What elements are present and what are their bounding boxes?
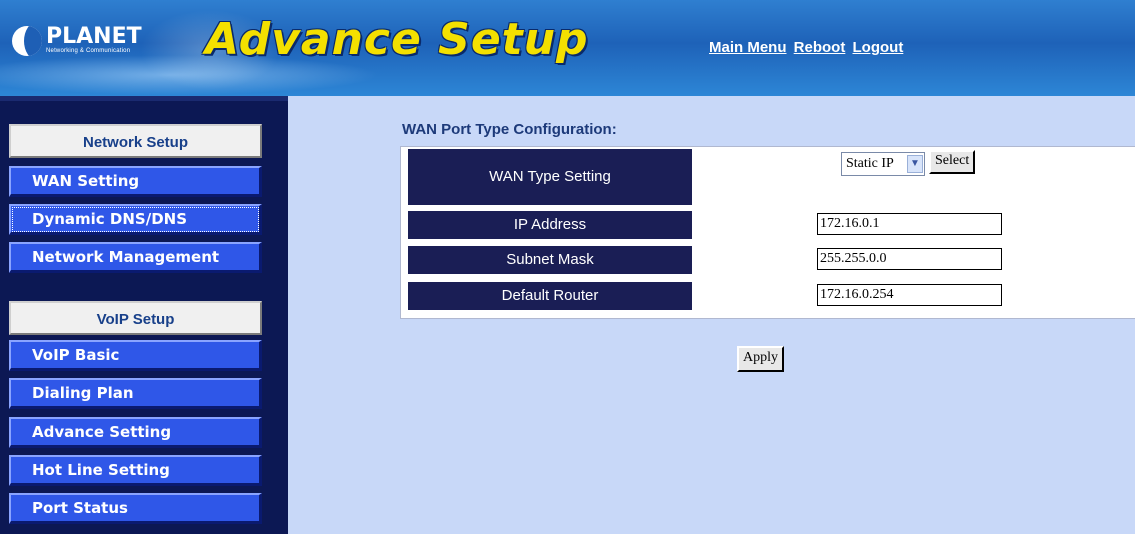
sidebar-top-strip — [0, 96, 288, 101]
network-setup-header: Network Setup — [9, 124, 262, 158]
main-menu-link[interactable]: Main Menu — [709, 39, 787, 56]
nav-advance-setting[interactable]: Advance Setting — [9, 417, 262, 448]
nav-wan-setting[interactable]: WAN Setting — [9, 166, 262, 197]
default-router-label: Default Router — [408, 282, 692, 310]
logo-subtext: Networking & Communication — [46, 48, 131, 54]
nav-dynamic-dns[interactable]: Dynamic DNS/DNS — [9, 204, 262, 235]
wan-type-select-value: Static IP — [846, 156, 894, 171]
default-router-input[interactable]: 172.16.0.254 — [817, 284, 1002, 306]
planet-logo-icon — [12, 26, 42, 56]
section-title: WAN Port Type Configuration: — [402, 121, 617, 138]
top-links: Main Menu Reboot Logout — [709, 39, 906, 56]
apply-button[interactable]: Apply — [737, 346, 784, 372]
nav-port-status[interactable]: Port Status — [9, 493, 262, 524]
nav-hot-line-setting[interactable]: Hot Line Setting — [9, 455, 262, 486]
nav-network-management[interactable]: Network Management — [9, 242, 262, 273]
wan-type-label: WAN Type Setting — [408, 149, 692, 205]
reboot-link[interactable]: Reboot — [794, 39, 846, 56]
logo-text: PLANET — [46, 24, 142, 49]
nav-voip-basic[interactable]: VoIP Basic — [9, 340, 262, 371]
sidebar: Network Setup WAN Setting Dynamic DNS/DN… — [0, 96, 288, 534]
ip-address-label: IP Address — [408, 211, 692, 239]
nav-dialing-plan[interactable]: Dialing Plan — [9, 378, 262, 409]
chevron-down-icon[interactable]: ▼ — [907, 155, 923, 173]
page-title: Advance Setup — [205, 14, 589, 65]
ip-address-input[interactable]: 172.16.0.1 — [817, 213, 1002, 235]
select-button[interactable]: Select — [929, 150, 976, 174]
wan-type-select[interactable]: Static IP ▼ — [841, 152, 925, 176]
subnet-mask-input[interactable]: 255.255.0.0 — [817, 248, 1002, 270]
subnet-mask-label: Subnet Mask — [408, 246, 692, 274]
header-banner: PLANET Networking & Communication Advanc… — [0, 0, 1135, 96]
planet-logo: PLANET Networking & Communication — [12, 26, 142, 56]
main-content: WAN Port Type Configuration: WAN Type Se… — [288, 96, 1135, 534]
wan-config-table: WAN Type Setting Static IP ▼ Select IP A… — [400, 146, 1135, 319]
voip-setup-header: VoIP Setup — [9, 301, 262, 335]
logout-link[interactable]: Logout — [853, 39, 904, 56]
